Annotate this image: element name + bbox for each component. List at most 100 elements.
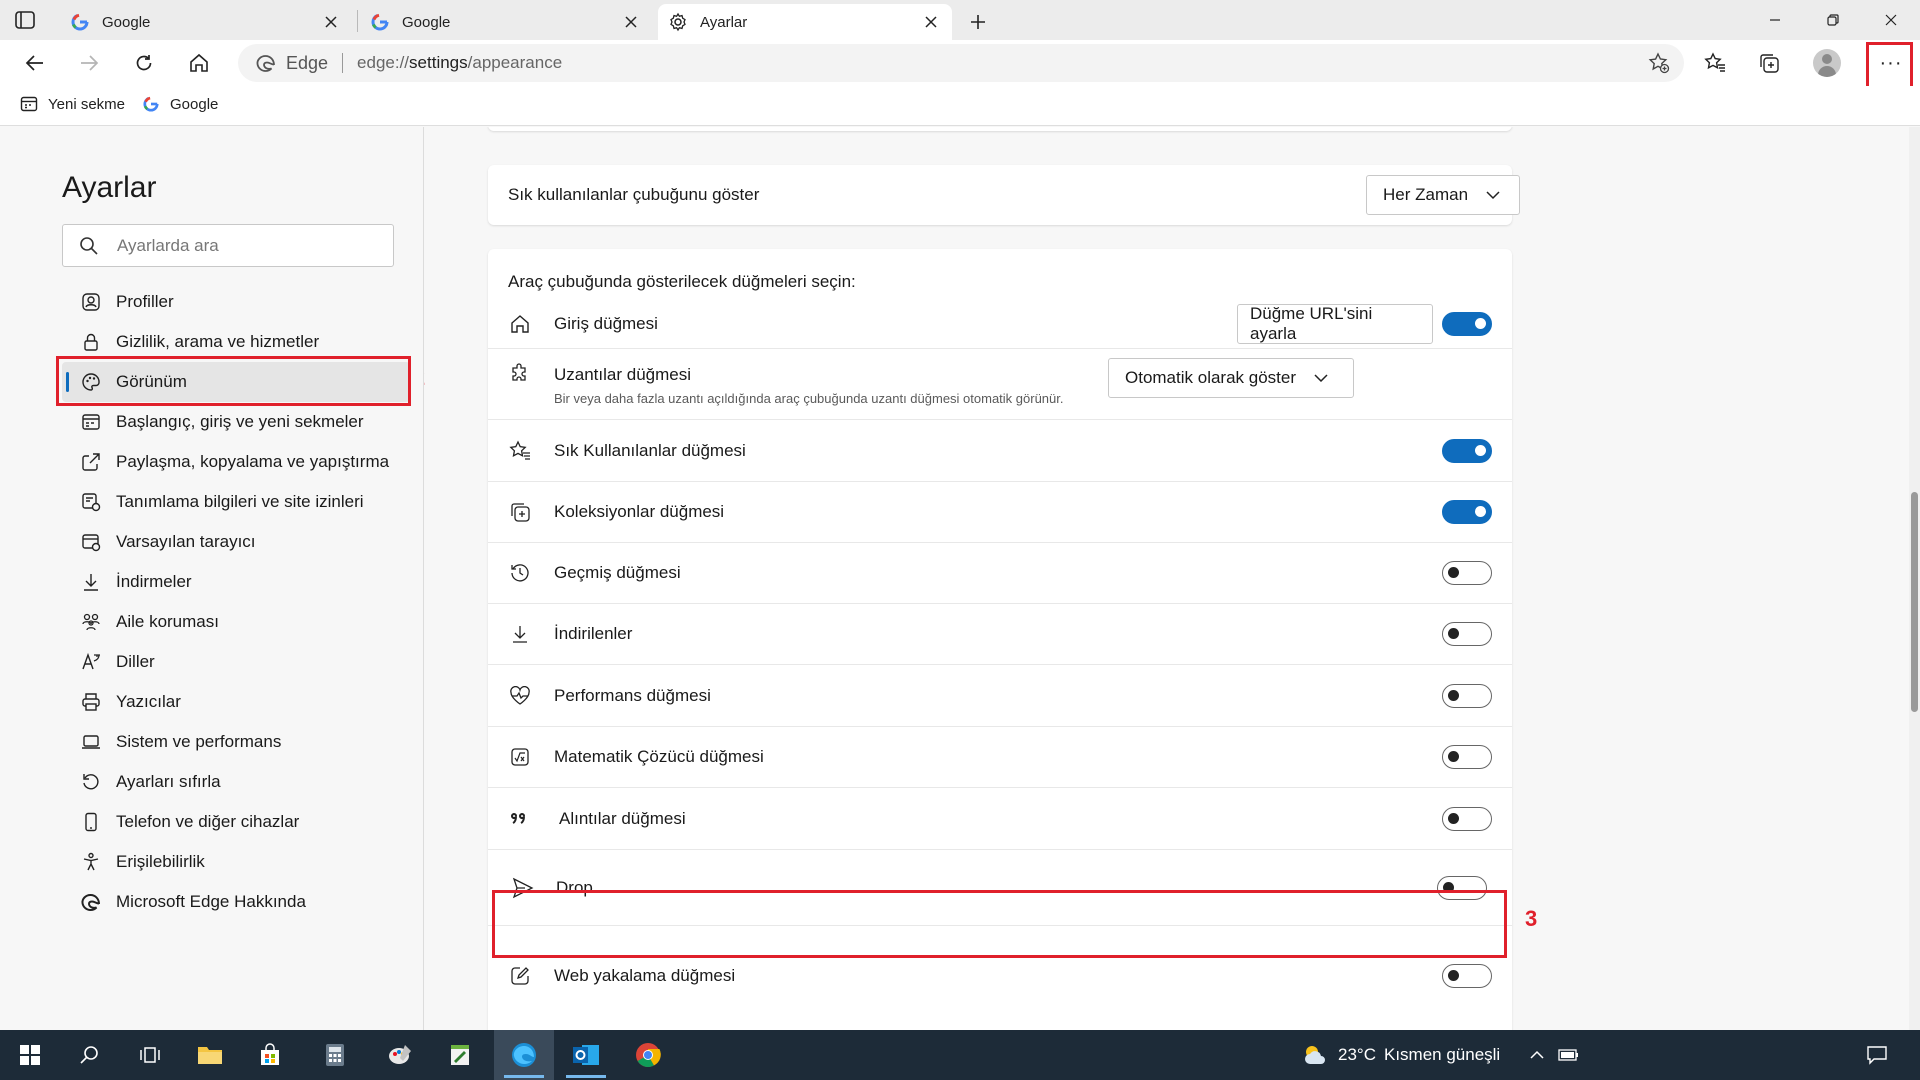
sidebar-item-reset[interactable]: Ayarları sıfırla [62, 762, 412, 802]
collections-button[interactable] [1750, 44, 1788, 82]
notepad-button[interactable] [430, 1030, 490, 1080]
bookmark-google[interactable]: Google [142, 95, 218, 113]
address-bar[interactable]: Edge edge://settings/appearance [238, 44, 1684, 82]
tab-google-1[interactable]: Google [60, 4, 352, 40]
favorites-bar-dropdown[interactable]: Her Zaman [1366, 175, 1520, 215]
previous-section-card [488, 127, 1512, 131]
bookmark-label: Yeni sekme [48, 95, 125, 113]
heartbeat-icon [508, 684, 532, 708]
sidebar-item-profiles[interactable]: Profiller [62, 282, 412, 322]
scrollbar-thumb[interactable] [1911, 492, 1918, 712]
accessibility-icon [80, 851, 102, 873]
minimize-button[interactable] [1746, 0, 1804, 40]
page-scrollbar[interactable] [1909, 127, 1920, 1030]
setting-label: Giriş düğmesi [554, 313, 658, 333]
languages-icon [80, 651, 102, 673]
url-text[interactable]: edge://settings/appearance [357, 53, 562, 73]
start-button[interactable] [0, 1030, 60, 1080]
performance-button-toggle[interactable] [1442, 684, 1492, 708]
download-icon [80, 571, 102, 593]
favorites-button[interactable] [1696, 44, 1734, 82]
file-explorer-button[interactable] [180, 1030, 240, 1080]
citations-button-toggle[interactable] [1442, 807, 1492, 831]
collections-button-toggle[interactable] [1442, 500, 1492, 524]
annotation-number-3: 3 [1525, 906, 1538, 931]
toolbar-heading: Araç çubuğunda gösterilecek düğmeleri se… [508, 272, 856, 291]
profile-avatar[interactable] [1813, 49, 1841, 77]
weather-widget[interactable]: 23°C Kısmen güneşli [1302, 1030, 1500, 1080]
edge-logo-icon [512, 1043, 536, 1067]
favorites-icon [508, 439, 532, 463]
favorites-button-toggle[interactable] [1442, 439, 1492, 463]
sidebar-item-label: Profiller [116, 292, 174, 311]
tab-google-2[interactable]: Google [360, 4, 652, 40]
setting-row-extensions: Uzantılar düğmesi Bir veya daha fazla uz… [488, 349, 1512, 420]
sidebar-item-default-browser[interactable]: Varsayılan tarayıcı [62, 522, 412, 562]
sidebar-item-label: Başlangıç, giriş ve yeni sekmeler [116, 412, 364, 431]
home-button-toggle[interactable] [1442, 312, 1492, 336]
search-button[interactable] [60, 1030, 120, 1080]
home-button[interactable] [180, 44, 218, 82]
sidebar-item-languages[interactable]: Diller [62, 642, 412, 682]
site-permissions-icon [80, 491, 102, 513]
sidebar-item-start-page[interactable]: Başlangıç, giriş ve yeni sekmeler [62, 402, 412, 442]
close-tab-icon[interactable] [320, 11, 342, 33]
store-button[interactable] [240, 1030, 300, 1080]
web-capture-button-toggle[interactable] [1442, 964, 1492, 988]
sidebar-item-system[interactable]: Sistem ve performans [62, 722, 412, 762]
math-solver-button-toggle[interactable] [1442, 745, 1492, 769]
gear-icon [668, 12, 688, 32]
sidebar-item-about[interactable]: Microsoft Edge Hakkında [62, 882, 412, 922]
start-page-icon [80, 411, 102, 433]
task-view-icon [140, 1047, 160, 1063]
settings-search[interactable] [62, 224, 394, 267]
chevron-up-icon[interactable] [1526, 1044, 1548, 1066]
sidebar-item-label: Paylaşma, kopyalama ve yapıştırma [116, 452, 390, 471]
sidebar-item-label: Telefon ve diğer cihazlar [116, 812, 300, 831]
set-button-url-button[interactable]: Düğme URL'sini ayarla [1237, 304, 1433, 344]
sidebar-item-phone[interactable]: Telefon ve diğer cihazlar [62, 802, 412, 842]
edge-taskbar-button[interactable] [494, 1030, 554, 1080]
sidebar-item-family[interactable]: Aile koruması [62, 602, 412, 642]
close-tab-icon[interactable] [920, 11, 942, 33]
restore-button[interactable] [1804, 0, 1862, 40]
favorites-bar: Yeni sekme Google [0, 86, 1920, 126]
sidebar-item-label: Sistem ve performans [116, 732, 282, 751]
new-tab-icon [20, 95, 38, 113]
sidebar-item-downloads[interactable]: İndirmeler [62, 562, 412, 602]
tab-settings[interactable]: Ayarlar [658, 4, 952, 40]
history-button-toggle[interactable] [1442, 561, 1492, 585]
edge-logo-icon [256, 53, 276, 73]
search-input[interactable] [117, 235, 357, 256]
calculator-button[interactable] [305, 1030, 365, 1080]
folder-icon [198, 1047, 222, 1064]
favorites-bar-card: Sık kullanılanlar çubuğunu göster Her Za… [488, 165, 1520, 225]
calculator-icon [326, 1044, 344, 1066]
refresh-button[interactable] [125, 44, 163, 82]
battery-icon[interactable] [1558, 1044, 1580, 1066]
sidebar-item-accessibility[interactable]: Erişilebilirlik [62, 842, 412, 882]
add-favorite-icon[interactable] [1648, 52, 1670, 74]
chrome-button[interactable] [618, 1030, 678, 1080]
partly-sunny-icon [1302, 1042, 1328, 1068]
sidebar-item-printers[interactable]: Yazıcılar [62, 682, 412, 722]
back-button[interactable] [16, 44, 54, 82]
bookmark-new-tab[interactable]: Yeni sekme [20, 95, 125, 113]
notification-icon[interactable] [1866, 1044, 1888, 1066]
weather-temperature: 23°C [1338, 1045, 1376, 1064]
home-icon [508, 312, 532, 336]
task-view-button[interactable] [120, 1030, 180, 1080]
math-solver-icon [508, 745, 532, 769]
sidebar-item-site-permissions[interactable]: Tanımlama bilgileri ve site izinleri [62, 482, 412, 522]
paint-button[interactable] [370, 1030, 430, 1080]
extensions-button-dropdown[interactable]: Otomatik olarak göster [1108, 358, 1354, 398]
close-tab-icon[interactable] [620, 11, 642, 33]
sidebar-item-share[interactable]: Paylaşma, kopyalama ve yapıştırma [62, 442, 412, 482]
close-window-button[interactable] [1862, 0, 1920, 40]
google-g-icon [370, 12, 390, 32]
outlook-button[interactable] [556, 1030, 616, 1080]
new-tab-button[interactable] [964, 8, 992, 36]
tab-actions-icon[interactable] [14, 9, 36, 31]
forward-button[interactable] [70, 44, 108, 82]
downloads-button-toggle[interactable] [1442, 622, 1492, 646]
